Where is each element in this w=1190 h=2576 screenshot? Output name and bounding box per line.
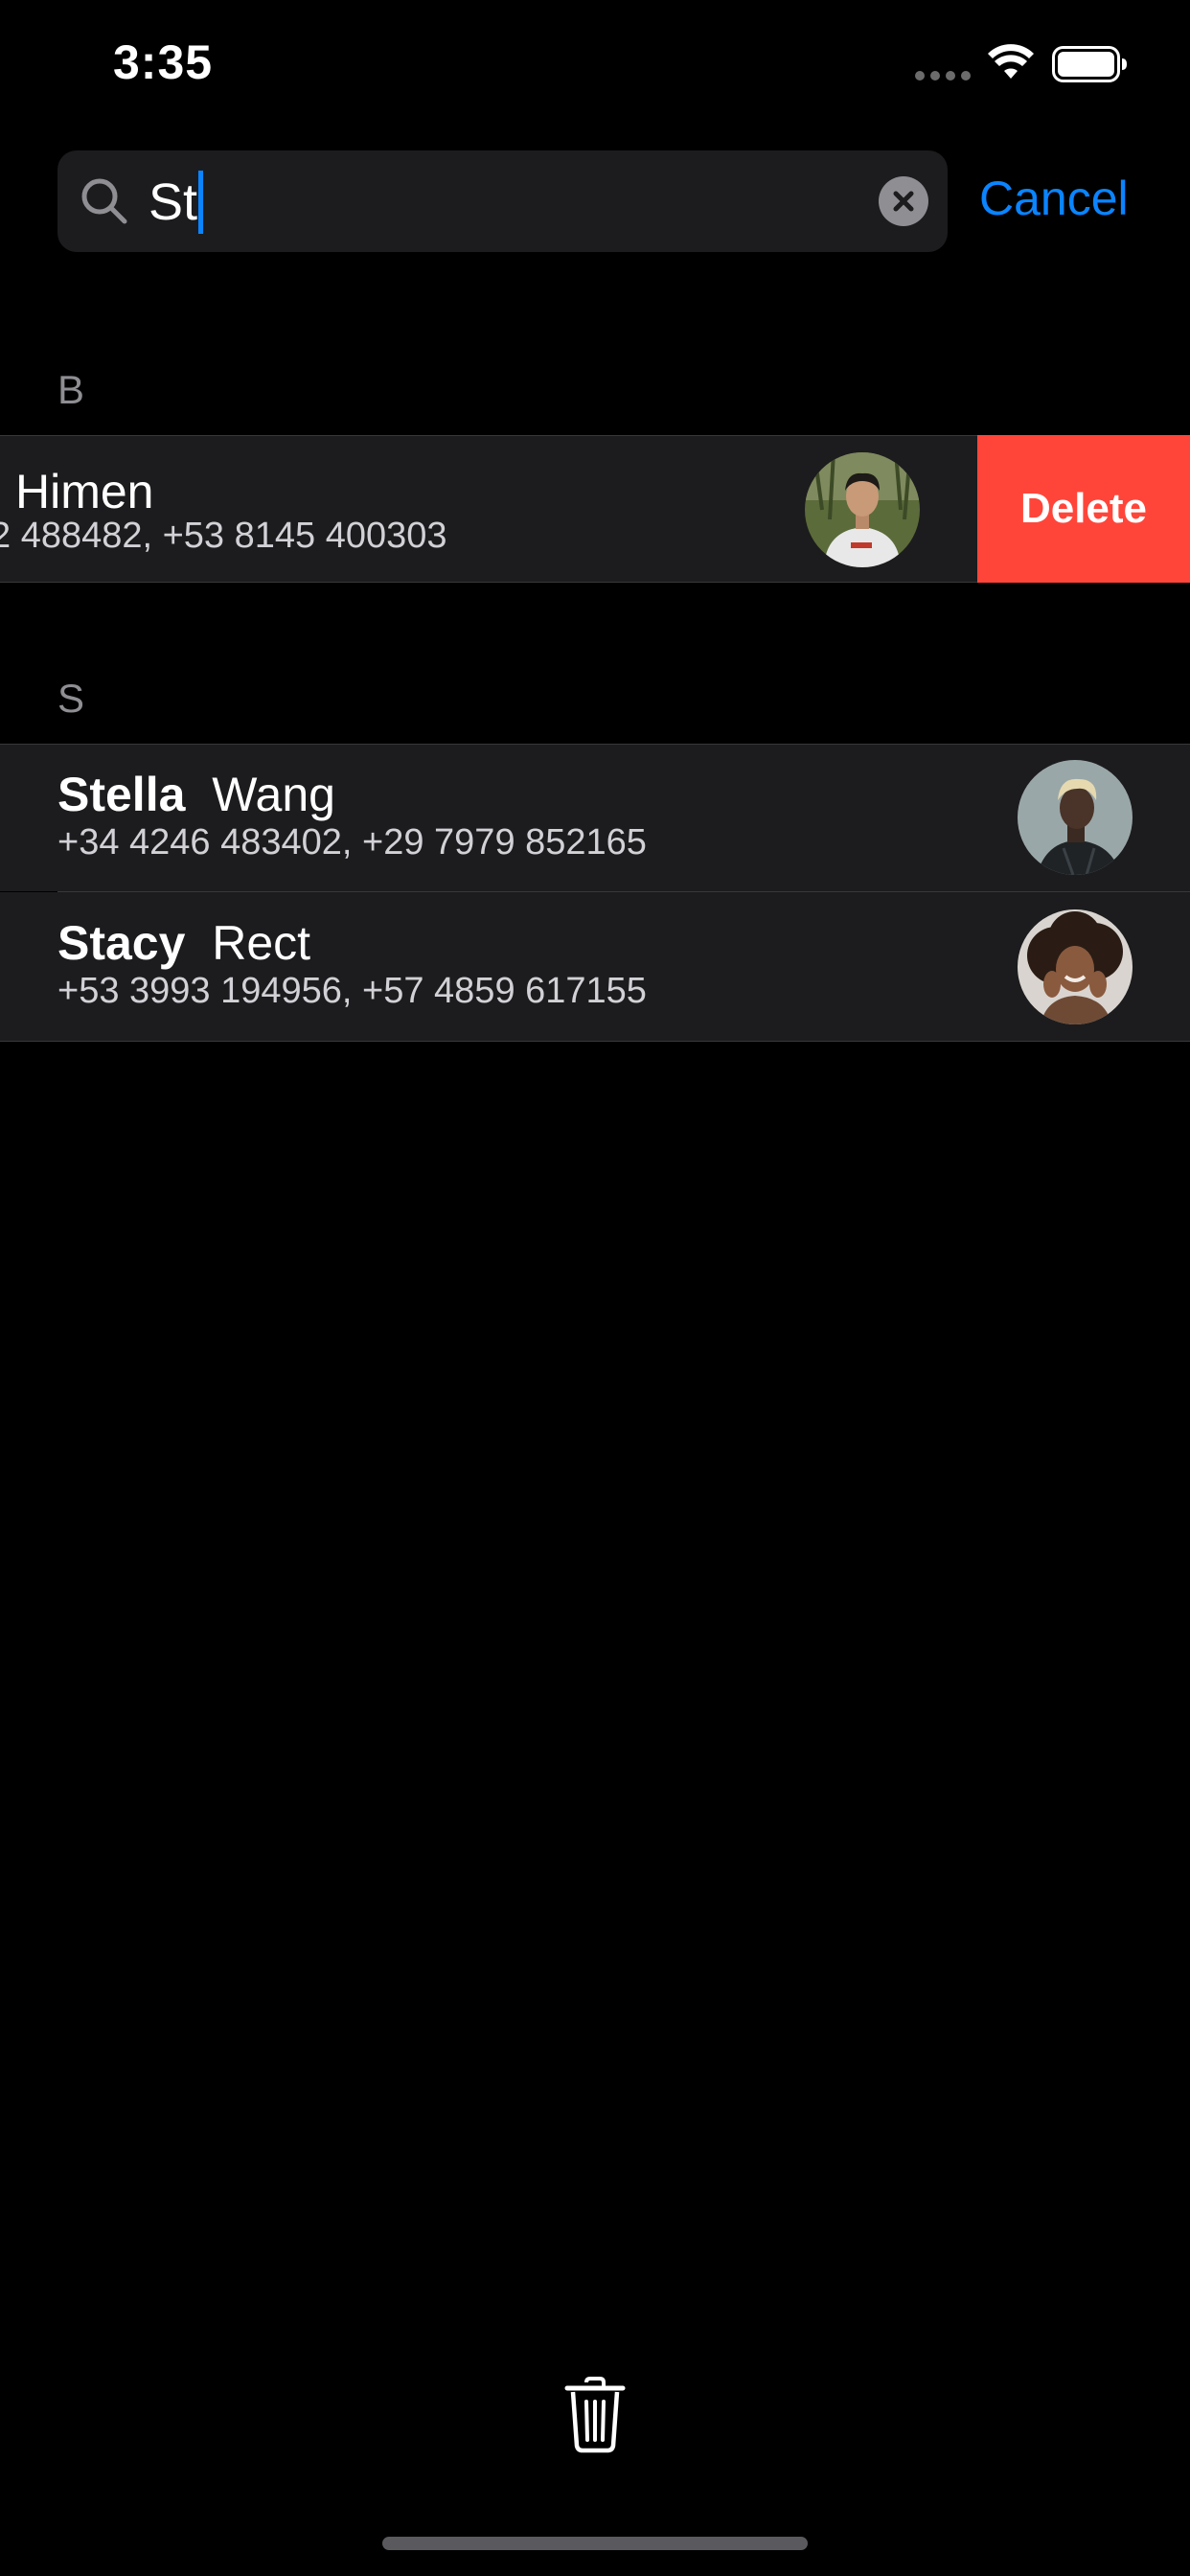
- status-bar: 3:35: [0, 0, 1190, 134]
- section-header-b: B: [57, 367, 85, 412]
- status-time: 3:35: [113, 35, 214, 89]
- cancel-button[interactable]: Cancel: [979, 169, 1129, 228]
- contact-phones: +34 4246 483402, +29 7979 852165: [57, 822, 647, 862]
- row-divider: [0, 744, 1190, 745]
- contact-name: Stacy Rect: [57, 916, 311, 970]
- clear-circle-icon: [893, 191, 914, 212]
- clear-search-button[interactable]: [879, 176, 928, 226]
- trash-icon[interactable]: [563, 2377, 627, 2453]
- row-divider: [0, 582, 977, 583]
- contact-phones: 2 488482, +53 8145 400303: [0, 516, 447, 556]
- section-header-s: S: [57, 676, 85, 721]
- home-indicator[interactable]: [382, 2537, 808, 2550]
- contact-name: Stella Wang: [57, 768, 335, 821]
- contact-phones: +53 3993 194956, +57 4859 617155: [57, 971, 647, 1011]
- search-field[interactable]: St: [57, 150, 948, 252]
- contact-row-himen[interactable]: Himen 2 488482, +53 8145 400303: [0, 435, 977, 583]
- search-query: St: [149, 173, 198, 231]
- row-divider: [0, 435, 977, 436]
- wifi-icon: [988, 44, 1034, 79]
- search-input[interactable]: St: [149, 171, 204, 234]
- battery-icon: [1052, 46, 1127, 82]
- contact-row-stella[interactable]: Stella Wang +34 4246 483402, +29 7979 85…: [0, 744, 1190, 891]
- avatar: [805, 452, 920, 567]
- avatar: [1018, 909, 1133, 1024]
- contact-row-stacy[interactable]: Stacy Rect +53 3993 194956, +57 4859 617…: [0, 892, 1190, 1041]
- row-divider: [0, 1041, 1190, 1042]
- delete-button[interactable]: Delete: [977, 435, 1190, 583]
- contact-name: Himen: [15, 465, 154, 518]
- text-cursor: [198, 171, 204, 234]
- magnifier-icon: [81, 178, 127, 224]
- avatar: [1018, 760, 1133, 875]
- cellular-signal-icon: [915, 71, 971, 82]
